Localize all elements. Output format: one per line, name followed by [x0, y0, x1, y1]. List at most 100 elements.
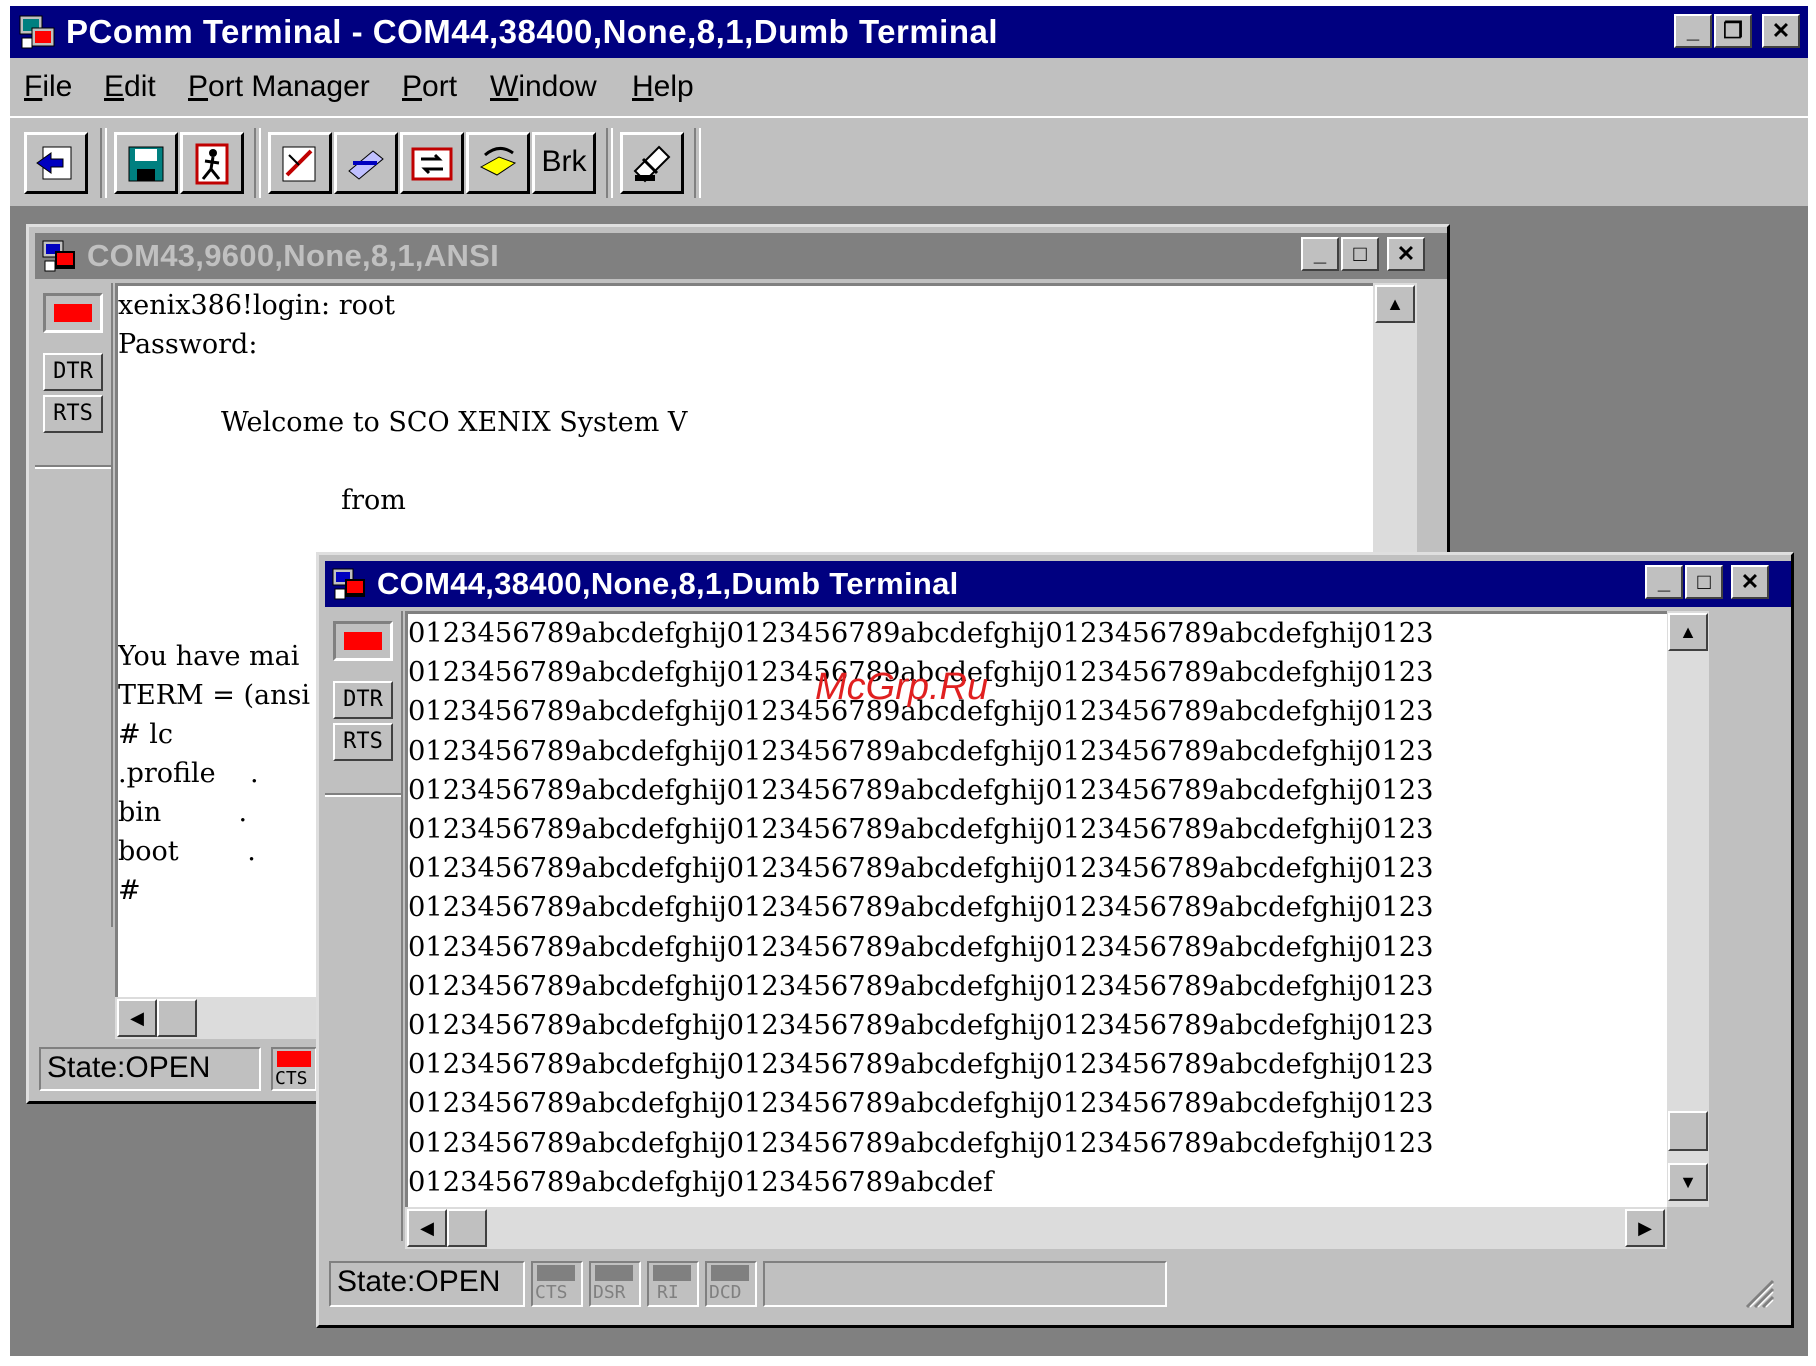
menu-help-rest: elp: [653, 70, 694, 103]
pcomm-app-icon[interactable]: [18, 12, 58, 52]
menu-port[interactable]: Port: [402, 70, 457, 104]
divider: [35, 465, 111, 469]
menu-edit[interactable]: Edit: [104, 70, 156, 104]
com44-title: COM44,38400,None,8,1,Dumb Terminal: [377, 566, 959, 601]
menu-port-manager-key: P: [188, 70, 209, 103]
com44-dcd-indicator: DCD: [705, 1261, 757, 1307]
scroll-left-arrow-icon[interactable]: ◀: [407, 1209, 447, 1247]
com43-state-panel: State:OPEN: [39, 1047, 261, 1091]
com44-cts-label: CTS: [535, 1282, 568, 1303]
transfer-button[interactable]: [334, 132, 398, 194]
menu-file[interactable]: File: [24, 70, 72, 104]
watermark-text: McGrp.Ru: [815, 666, 989, 708]
modem-button[interactable]: [466, 132, 530, 194]
com44-terminal-screen[interactable]: 0123456789abcdefghij0123456789abcdefghij…: [405, 611, 1667, 1207]
menu-file-rest: ile: [42, 70, 73, 103]
menu-bar: File Edit Port Manager Port Window Help: [10, 58, 1808, 116]
scroll-up-arrow-icon[interactable]: ▲: [1375, 285, 1415, 323]
com43-maximize-button[interactable]: □: [1341, 237, 1379, 271]
toolbar: Brk: [10, 116, 1808, 208]
menu-window[interactable]: Window: [490, 70, 597, 104]
com44-close-button[interactable]: ✕: [1731, 565, 1769, 599]
app-restore-button[interactable]: ❐: [1714, 14, 1752, 48]
com44-session-window[interactable]: COM44,38400,None,8,1,Dumb Terminal _ □ ✕…: [316, 552, 1794, 1328]
session-window-icon[interactable]: [41, 237, 79, 275]
toolbar-separator: [694, 128, 701, 198]
open-session-button[interactable]: [24, 132, 88, 194]
app-title: PComm Terminal - COM44,38400,None,8,1,Du…: [66, 13, 999, 50]
com43-title-bar[interactable]: COM43,9600,None,8,1,ANSI _ □ ✕: [35, 233, 1447, 279]
led-red: [54, 304, 92, 322]
com44-minimize-button[interactable]: _: [1645, 565, 1683, 599]
com43-title: COM43,9600,None,8,1,ANSI: [87, 238, 500, 273]
com44-online-indicator: [333, 621, 393, 661]
com43-minimize-button[interactable]: _: [1301, 237, 1339, 271]
app-close-button[interactable]: ✕: [1762, 14, 1800, 48]
settings-icon: [282, 146, 316, 182]
com44-status-bar: State:OPEN CTS DSR RI DCD: [325, 1253, 1785, 1317]
pcomm-app-window: PComm Terminal - COM44,38400,None,8,1,Du…: [10, 6, 1808, 1356]
com44-ri-indicator: RI: [647, 1261, 699, 1307]
swap-button[interactable]: [400, 132, 464, 194]
resize-grip-icon[interactable]: [1741, 1275, 1775, 1309]
toolbar-separator: [606, 128, 613, 198]
com43-cts-indicator: CTS: [271, 1047, 317, 1091]
save-button[interactable]: [114, 132, 178, 194]
com44-vertical-scrollbar[interactable]: ▲ ▼: [1667, 611, 1709, 1207]
menu-port-manager[interactable]: Port Manager: [188, 70, 370, 104]
com44-rts-button[interactable]: RTS: [333, 723, 393, 761]
app-title-bar[interactable]: PComm Terminal - COM44,38400,None,8,1,Du…: [10, 6, 1808, 58]
app-minimize-button[interactable]: _: [1674, 14, 1712, 48]
toolbar-separator: [254, 128, 261, 198]
com44-signal-panel: DTR RTS: [325, 611, 403, 1241]
save-icon: [128, 146, 164, 182]
dial-button[interactable]: [620, 132, 684, 194]
session-window-icon[interactable]: [331, 565, 369, 603]
com44-dsr-indicator: DSR: [589, 1261, 641, 1307]
exit-button[interactable]: [180, 132, 244, 194]
scroll-thumb[interactable]: [447, 1209, 487, 1247]
scroll-down-arrow-icon[interactable]: ▼: [1668, 1163, 1708, 1201]
com44-dsr-label: DSR: [593, 1282, 626, 1303]
scroll-thumb[interactable]: [1668, 1111, 1708, 1151]
com44-maximize-button[interactable]: □: [1685, 565, 1723, 599]
com44-state-panel: State:OPEN: [329, 1261, 525, 1307]
com44-dcd-label: DCD: [709, 1282, 742, 1303]
open-session-icon: [36, 146, 72, 180]
com43-dtr-button[interactable]: DTR: [43, 353, 103, 391]
menu-file-key: F: [24, 70, 43, 103]
scroll-left-arrow-icon[interactable]: ◀: [117, 999, 157, 1037]
com43-rts-button[interactable]: RTS: [43, 395, 103, 433]
com44-cts-indicator: CTS: [531, 1261, 583, 1307]
scroll-thumb[interactable]: [157, 999, 197, 1037]
led-off: [711, 1265, 749, 1281]
divider: [325, 793, 401, 797]
com43-online-indicator: [43, 293, 103, 333]
com43-cts-label: CTS: [275, 1068, 308, 1089]
com43-close-button[interactable]: ✕: [1387, 237, 1425, 271]
led-red: [344, 632, 382, 650]
scroll-right-arrow-icon[interactable]: ▶: [1625, 1209, 1665, 1247]
break-button[interactable]: Brk: [532, 132, 596, 194]
menu-port-manager-rest: ort Manager: [208, 70, 370, 103]
menu-help-key: H: [632, 70, 654, 103]
led-off: [653, 1265, 691, 1281]
menu-window-rest: indow: [518, 70, 597, 103]
com44-terminal-text: 0123456789abcdefghij0123456789abcdefghij…: [408, 618, 1434, 1198]
scroll-up-arrow-icon[interactable]: ▲: [1668, 613, 1708, 651]
menu-edit-key: E: [104, 70, 125, 103]
dial-icon: [633, 145, 671, 183]
settings-button[interactable]: [268, 132, 332, 194]
com43-signal-panel: DTR RTS: [35, 283, 113, 927]
com44-dtr-button[interactable]: DTR: [333, 681, 393, 719]
led-red: [277, 1051, 311, 1067]
exit-icon: [195, 143, 229, 185]
com44-horizontal-scrollbar[interactable]: ◀ ▶: [405, 1207, 1667, 1249]
led-off: [595, 1265, 633, 1281]
swap-icon: [411, 147, 453, 181]
menu-help[interactable]: Help: [632, 70, 694, 104]
com44-empty-status-panel: [763, 1261, 1167, 1307]
com44-title-bar[interactable]: COM44,38400,None,8,1,Dumb Terminal _ □ ✕: [325, 561, 1791, 607]
menu-port-rest: ort: [422, 70, 458, 103]
transfer-icon: [348, 150, 384, 180]
